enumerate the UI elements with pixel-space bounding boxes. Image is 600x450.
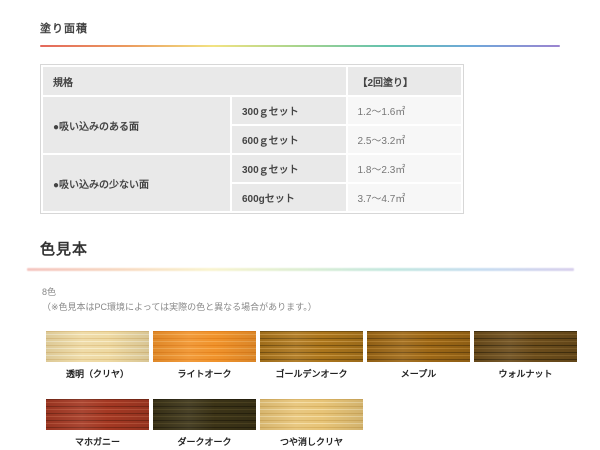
coverage-area-cell: 3.7～4.7㎡ bbox=[347, 183, 463, 212]
swatch-chip-golden-oak bbox=[260, 331, 363, 362]
swatch-clear: 透明（クリヤ） bbox=[46, 331, 149, 380]
color-sample-title: 色見本 bbox=[40, 238, 560, 259]
col-header-spec: 規格 bbox=[42, 66, 347, 96]
set-size-cell: 300ｇセット bbox=[231, 96, 347, 125]
swatch-chip-matte-clear bbox=[260, 399, 363, 430]
set-size-cell: 300ｇセット bbox=[231, 154, 347, 183]
surface-nonabsorbent-cell: ●吸い込みの少ない面 bbox=[42, 154, 231, 212]
swatch-label: ゴールデンオーク bbox=[260, 367, 363, 380]
surface-absorbent-cell: ●吸い込みのある面 bbox=[42, 96, 231, 154]
swatch-chip-clear bbox=[46, 331, 149, 362]
table-row: ●吸い込みの少ない面 300ｇセット 1.8～2.3㎡ bbox=[42, 154, 462, 183]
swatch-label: マホガニー bbox=[46, 435, 149, 448]
swatch-dark-oak: ダークオーク bbox=[153, 399, 256, 448]
set-size-cell: 600gセット bbox=[231, 183, 347, 212]
swatch-chip-walnut bbox=[474, 331, 577, 362]
swatch-grid: 透明（クリヤ） ライトオーク ゴールデンオーク メープル ウォルナット マホガニ bbox=[46, 331, 560, 448]
color-count: 8色 bbox=[42, 285, 560, 298]
coverage-area-cell: 2.5～3.2㎡ bbox=[347, 125, 463, 154]
swatch-chip-light-oak bbox=[153, 331, 256, 362]
swatch-chip-maple bbox=[367, 331, 470, 362]
swatch-maple: メープル bbox=[367, 331, 470, 380]
swatch-label: ライトオーク bbox=[153, 367, 256, 380]
swatch-matte-clear: つや消しクリヤ bbox=[260, 399, 363, 448]
col-header-coats: 【2回塗り】 bbox=[347, 66, 463, 96]
coverage-table: 規格 【2回塗り】 ●吸い込みのある面 300ｇセット 1.2～1.6㎡ 600… bbox=[41, 65, 463, 213]
swatch-golden-oak: ゴールデンオーク bbox=[260, 331, 363, 380]
set-size-cell: 600ｇセット bbox=[231, 125, 347, 154]
coverage-title: 塗り面積 bbox=[40, 20, 560, 36]
coverage-area-cell: 1.8～2.3㎡ bbox=[347, 154, 463, 183]
coverage-section: 塗り面積 規格 【2回塗り】 ●吸い込みのある面 300ｇセット 1.2～1.6… bbox=[40, 20, 560, 214]
color-sample-section: 色見本 8色 （※色見本はPC環境によっては実際の色と異なる場合があります。） … bbox=[40, 238, 560, 448]
rainbow-divider bbox=[40, 45, 560, 47]
swatch-chip-mahogany bbox=[46, 399, 149, 430]
color-note: （※色見本はPC環境によっては実際の色と異なる場合があります。） bbox=[42, 300, 560, 313]
coverage-area-cell: 1.2～1.6㎡ bbox=[347, 96, 463, 125]
rainbow-divider-soft bbox=[27, 268, 574, 271]
table-header-row: 規格 【2回塗り】 bbox=[42, 66, 462, 96]
product-info-page: 塗り面積 規格 【2回塗り】 ●吸い込みのある面 300ｇセット 1.2～1.6… bbox=[0, 0, 600, 448]
swatch-label: つや消しクリヤ bbox=[260, 435, 363, 448]
swatch-light-oak: ライトオーク bbox=[153, 331, 256, 380]
swatch-label: ダークオーク bbox=[153, 435, 256, 448]
swatch-walnut: ウォルナット bbox=[474, 331, 577, 380]
table-row: ●吸い込みのある面 300ｇセット 1.2～1.6㎡ bbox=[42, 96, 462, 125]
swatch-chip-dark-oak bbox=[153, 399, 256, 430]
swatch-mahogany: マホガニー bbox=[46, 399, 149, 448]
swatch-label: メープル bbox=[367, 367, 470, 380]
coverage-table-wrap: 規格 【2回塗り】 ●吸い込みのある面 300ｇセット 1.2～1.6㎡ 600… bbox=[40, 64, 464, 214]
swatch-label: ウォルナット bbox=[474, 367, 577, 380]
swatch-label: 透明（クリヤ） bbox=[46, 367, 149, 380]
